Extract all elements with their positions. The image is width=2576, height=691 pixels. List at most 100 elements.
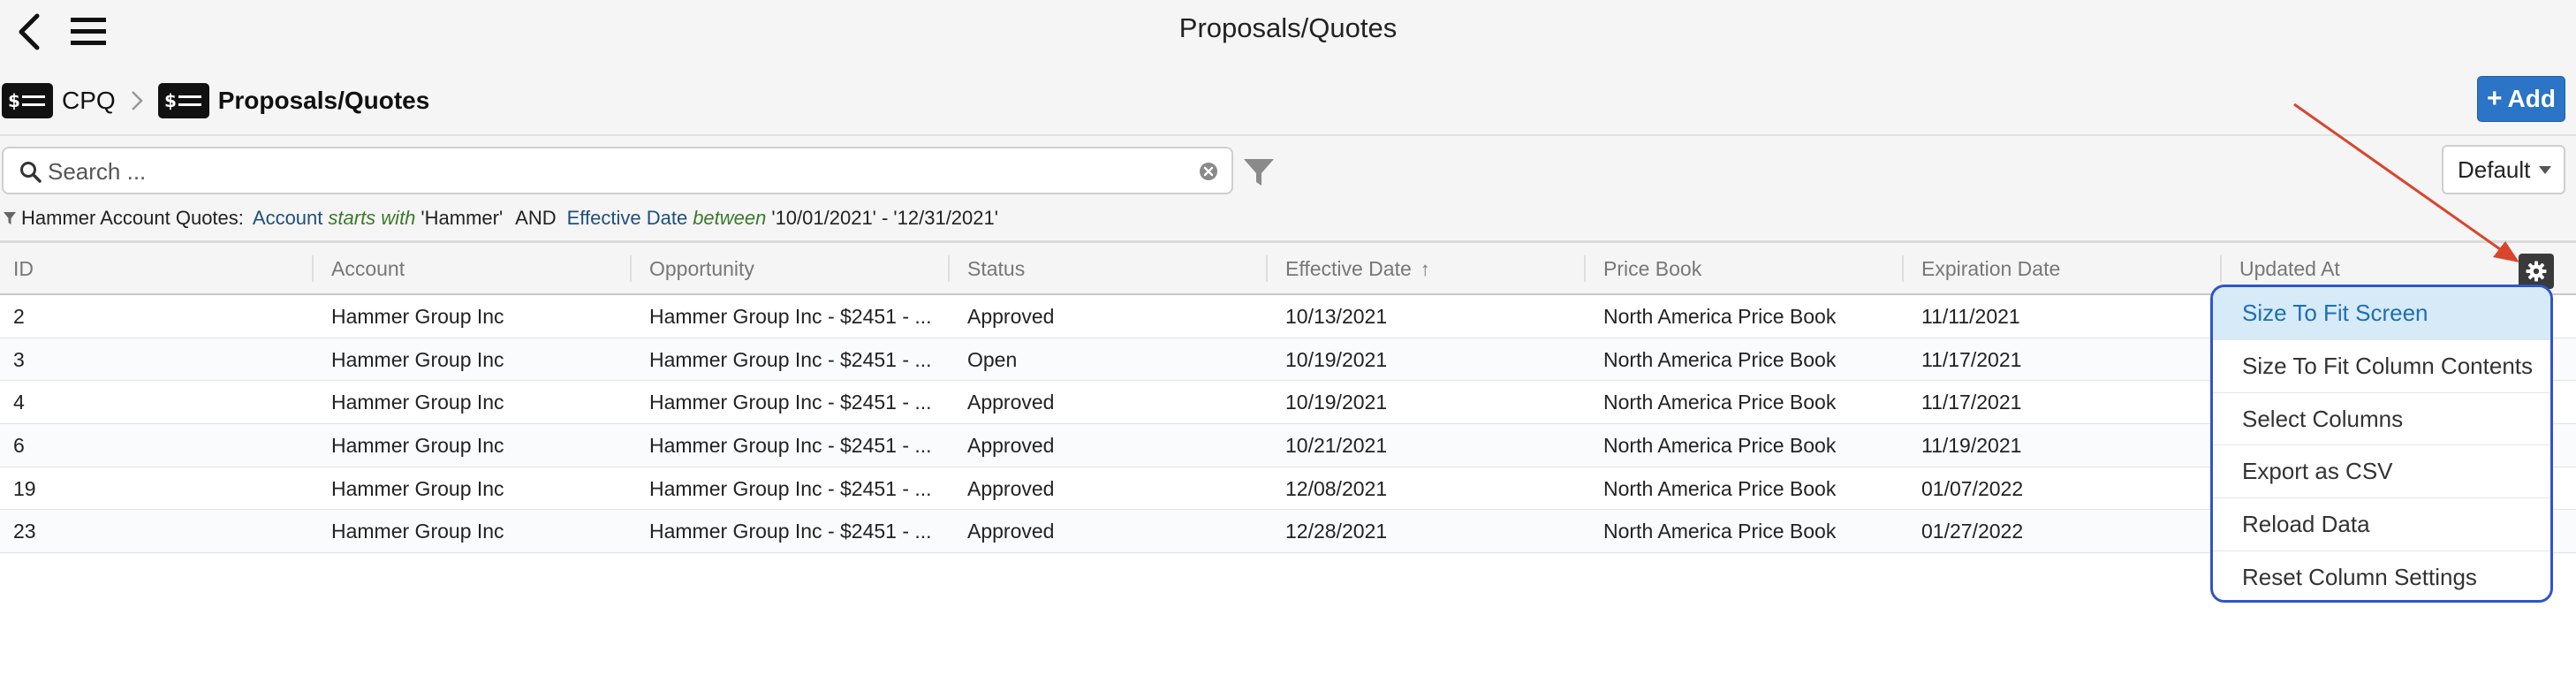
cell-id: 23 [13, 520, 36, 543]
column-resize-handle[interactable] [948, 255, 950, 282]
cell-id: 4 [13, 391, 25, 414]
cell-account: Hammer Group Inc [331, 391, 504, 414]
cell-price-book: North America Price Book [1603, 305, 1837, 328]
cell-opportunity: Hammer Group Inc - $2451 - ... [649, 476, 932, 500]
menu-item-size-to-fit-screen[interactable]: Size To Fit Screen [2213, 287, 2550, 340]
filter-joiner: AND [515, 207, 557, 229]
cell-id: 19 [13, 476, 36, 500]
column-header-price-book[interactable]: Price Book [1603, 243, 1701, 294]
cell-effective-date: 10/19/2021 [1285, 391, 1388, 414]
view-select-value: Default [2458, 156, 2531, 183]
column-resize-handle[interactable] [1584, 255, 1586, 282]
svg-text:$: $ [164, 90, 177, 111]
cell-id: 2 [13, 305, 25, 328]
breadcrumb-item-proposals-quotes[interactable]: $ Proposals/Quotes [157, 83, 429, 118]
cell-account: Hammer Group Inc [331, 347, 504, 371]
menu-item-select-columns[interactable]: Select Columns [2213, 393, 2550, 446]
view-select[interactable]: Default [2442, 145, 2565, 194]
search-input[interactable] [48, 156, 1152, 187]
chevron-right-icon [131, 91, 143, 110]
column-header-opportunity[interactable]: Opportunity [649, 243, 754, 294]
breadcrumb: $ CPQ $ Proposals/Quotes [0, 81, 429, 120]
cell-effective-date: 12/08/2021 [1285, 476, 1388, 500]
filter-field: Effective Date [566, 207, 688, 229]
cell-status: Approved [967, 305, 1055, 328]
column-header-effective-date[interactable]: Effective Date ↑ [1285, 243, 1430, 294]
breadcrumb-label: CPQ [62, 87, 116, 114]
add-button[interactable]: + Add [2477, 76, 2565, 122]
grid-header: ID Account Opportunity Status Effective … [0, 240, 2576, 295]
gear-icon [2526, 261, 2547, 282]
filter-operator: starts with [328, 207, 416, 229]
menu-item-export-as-csv[interactable]: Export as CSV [2213, 445, 2550, 499]
column-resize-handle[interactable] [2220, 255, 2222, 282]
cell-expiration-date: 11/17/2021 [1921, 391, 2022, 414]
table-row[interactable]: 4 Hammer Group Inc Hammer Group Inc - $2… [0, 381, 2576, 425]
column-resize-handle[interactable] [630, 255, 632, 282]
breadcrumb-item-cpq[interactable]: $ CPQ [2, 83, 116, 118]
filter-field: Account [252, 207, 323, 229]
menu-item-reload-data[interactable]: Reload Data [2213, 498, 2550, 551]
filter-icon[interactable] [1242, 156, 1276, 189]
filter-icon [4, 212, 16, 224]
column-resize-handle[interactable] [1902, 255, 1904, 282]
cell-account: Hammer Group Inc [331, 520, 504, 543]
cell-account: Hammer Group Inc [331, 476, 504, 500]
cell-expiration-date: 11/19/2021 [1921, 434, 2022, 458]
cell-status: Approved [967, 520, 1055, 543]
cell-status: Approved [967, 476, 1055, 500]
cell-price-book: North America Price Book [1603, 347, 1837, 371]
table-row[interactable]: 6 Hammer Group Inc Hammer Group Inc - $2… [0, 424, 2576, 467]
cell-id: 6 [13, 434, 25, 458]
cell-price-book: North America Price Book [1603, 434, 1837, 458]
menu-item-reset-column-settings[interactable]: Reset Column Settings [2213, 551, 2550, 600]
cell-expiration-date: 01/27/2022 [1921, 520, 2024, 543]
data-grid: ID Account Opportunity Status Effective … [0, 240, 2576, 554]
cell-account: Hammer Group Inc [331, 434, 504, 458]
cell-expiration-date: 11/11/2021 [1921, 305, 2020, 328]
filter-operator: between [693, 207, 767, 229]
cell-opportunity: Hammer Group Inc - $2451 - ... [649, 305, 932, 328]
column-resize-handle[interactable] [1266, 255, 1268, 282]
column-resize-handle[interactable] [312, 255, 314, 282]
svg-text:$: $ [8, 90, 20, 111]
cell-price-book: North America Price Book [1603, 391, 1837, 414]
cell-effective-date: 12/28/2021 [1285, 520, 1388, 543]
cell-account: Hammer Group Inc [331, 305, 504, 328]
cell-opportunity: Hammer Group Inc - $2451 - ... [649, 391, 932, 414]
filter-name: Hammer Account Quotes: [21, 207, 244, 229]
table-row[interactable]: 19 Hammer Group Inc Hammer Group Inc - $… [0, 467, 2576, 511]
table-row[interactable]: 3 Hammer Group Inc Hammer Group Inc - $2… [0, 338, 2576, 382]
filter-value: '10/01/2021' - '12/31/2021' [771, 207, 998, 229]
cell-status: Open [967, 347, 1018, 371]
filter-summary[interactable]: Hammer Account Quotes: Account starts wi… [4, 205, 998, 232]
add-button-label: Add [2507, 85, 2556, 112]
cell-expiration-date: 01/07/2022 [1921, 476, 2024, 500]
column-header-account[interactable]: Account [331, 243, 405, 294]
column-header-id[interactable]: ID [13, 243, 34, 294]
cell-effective-date: 10/19/2021 [1285, 347, 1388, 371]
price-list-icon: $ [2, 83, 53, 118]
column-header-expiration-date[interactable]: Expiration Date [1921, 243, 2060, 294]
grid-settings-menu: Size To Fit Screen Size To Fit Column Co… [2210, 285, 2553, 603]
clear-search-icon[interactable] [1198, 161, 1219, 182]
cell-opportunity: Hammer Group Inc - $2451 - ... [649, 520, 932, 543]
top-bar: Proposals/Quotes $ CPQ $ Proposals/Quote… [0, 0, 2576, 240]
cell-effective-date: 10/13/2021 [1285, 305, 1388, 328]
page-title: Proposals/Quotes [1178, 12, 1398, 43]
price-list-icon: $ [157, 83, 209, 118]
table-row[interactable]: 23 Hammer Group Inc Hammer Group Inc - $… [0, 510, 2576, 554]
divider [0, 134, 2576, 136]
table-row[interactable]: 2 Hammer Group Inc Hammer Group Inc - $2… [0, 295, 2576, 338]
plus-icon: + [2487, 84, 2503, 113]
menu-item-size-to-fit-column-contents[interactable]: Size To Fit Column Contents [2213, 340, 2550, 393]
grid-body: 2 Hammer Group Inc Hammer Group Inc - $2… [0, 295, 2576, 554]
search-icon [20, 162, 42, 183]
column-header-status[interactable]: Status [967, 243, 1025, 294]
cell-opportunity: Hammer Group Inc - $2451 - ... [649, 434, 932, 458]
caret-down-icon [2539, 166, 2551, 174]
cell-status: Approved [967, 391, 1055, 414]
cell-id: 3 [13, 347, 25, 371]
cell-price-book: North America Price Book [1603, 476, 1837, 500]
grid-settings-button[interactable] [2519, 254, 2554, 289]
